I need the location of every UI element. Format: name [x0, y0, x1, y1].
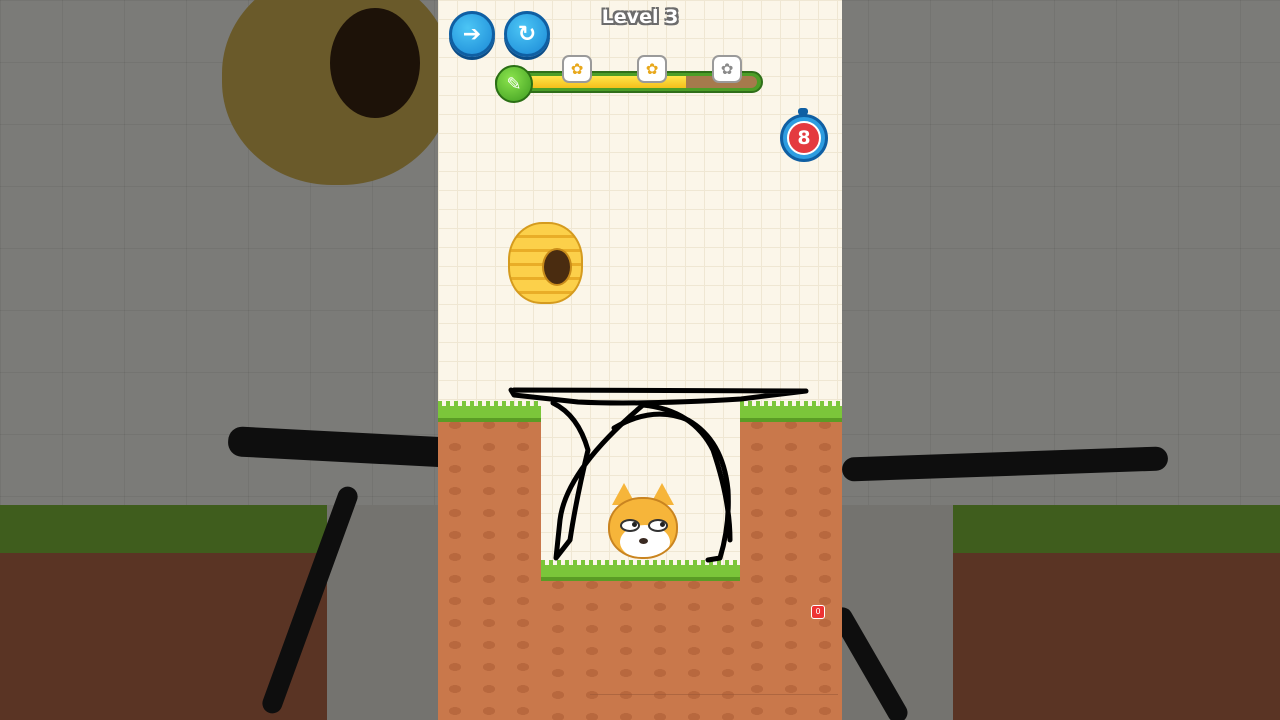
doge-nose [639, 538, 648, 544]
ink-meter: ✎ ✿ ✿ ✿ [495, 55, 763, 103]
pit-grass [541, 560, 740, 581]
doge-character [606, 483, 680, 561]
bg-beehive-hole [330, 8, 420, 118]
video-scrub-line [590, 694, 838, 695]
beehive-hole [542, 248, 572, 286]
doge-face [608, 497, 678, 559]
stopwatch-icon: 8 [780, 114, 828, 162]
level-title: Level 3 [601, 6, 679, 28]
pit-floor [541, 574, 740, 720]
game-viewport[interactable]: ➔ ↻ Level 3 ✎ ✿ ✿ ✿ 8 0 [438, 0, 842, 720]
paw-star-empty-icon: ✿ [712, 55, 742, 83]
record-badge[interactable]: 0 [811, 605, 825, 619]
bg-drawn-line [841, 446, 1169, 482]
left-grass [438, 401, 541, 422]
beehive [508, 222, 583, 304]
pencil-icon: ✎ [495, 65, 533, 103]
doge-left-eye [620, 519, 640, 532]
paw-star-icon: ✿ [562, 55, 592, 83]
countdown-timer: 8 [780, 108, 828, 162]
paw-star-icon: ✿ [637, 55, 667, 83]
right-grass [740, 401, 842, 422]
timer-value: 8 [787, 121, 821, 155]
right-ground [740, 414, 842, 720]
left-ground [438, 414, 541, 720]
bg-drawn-line [227, 426, 459, 468]
doge-right-eye [648, 519, 668, 532]
